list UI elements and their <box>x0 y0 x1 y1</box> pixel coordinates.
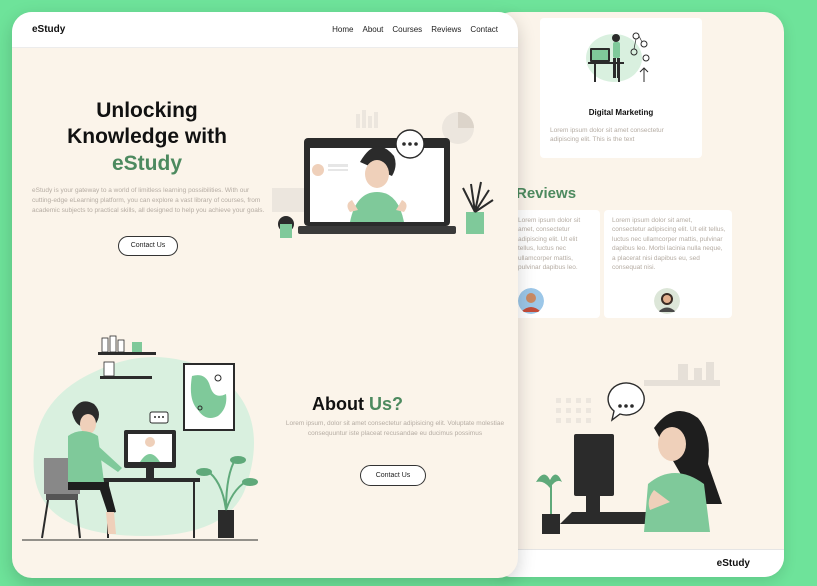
hero-title-line2: Knowledge with <box>67 125 227 149</box>
reviewer-avatar <box>654 288 680 314</box>
reviews-heading: Reviews <box>516 185 577 202</box>
footer-logo[interactable]: eStudy <box>717 558 750 569</box>
site-logo[interactable]: eStudy <box>32 24 65 35</box>
hero-title-line1: Unlocking <box>96 99 198 122</box>
about-title-accent: Us? <box>369 394 404 414</box>
about-title-plain: About <box>312 394 364 414</box>
hero-description: eStudy is your gateway to a world of lim… <box>32 187 265 214</box>
nav-contact[interactable]: Contact <box>470 25 498 34</box>
navbar: eStudy Home About Courses Reviews Contac… <box>12 12 518 48</box>
about-contact-button[interactable]: Contact Us <box>360 465 426 486</box>
service-title: Digital Marketing <box>588 108 654 117</box>
about-description: Lorem ipsum, dolor sit amet consectetur … <box>285 420 505 437</box>
nav-links: Home About Courses Reviews Contact <box>332 25 498 34</box>
hero-title: Unlocking Knowledge with eStudy <box>32 98 262 177</box>
marketing-illustration <box>586 32 650 82</box>
service-card: Digital Marketing Lorem ipsum dolor sit … <box>540 18 702 158</box>
nav-reviews[interactable]: Reviews <box>431 25 461 34</box>
hero-title-accent: eStudy <box>111 151 182 175</box>
nav-courses[interactable]: Courses <box>392 25 422 34</box>
footer: eStudy <box>492 549 784 577</box>
nav-home[interactable]: Home <box>332 25 353 34</box>
about-title: About Us? <box>312 394 403 415</box>
hero-contact-button[interactable]: Contact Us <box>118 236 178 256</box>
support-illustration <box>536 362 722 534</box>
video-call-illustration <box>272 110 494 238</box>
review-text: Lorem ipsum dolor sit amet, consectetur … <box>518 217 581 272</box>
front-page: eStudy Home About Courses Reviews Contac… <box>12 12 518 578</box>
review-text: Lorem ipsum dolor sit amet, consectetur … <box>612 217 726 272</box>
nav-about[interactable]: About <box>362 25 383 34</box>
study-illustration <box>22 335 258 541</box>
back-page: Digital Marketing Lorem ipsum dolor sit … <box>492 12 784 577</box>
service-text: Lorem ipsum dolor sit amet consectetur a… <box>550 127 664 144</box>
reviewer-avatar <box>518 288 544 314</box>
